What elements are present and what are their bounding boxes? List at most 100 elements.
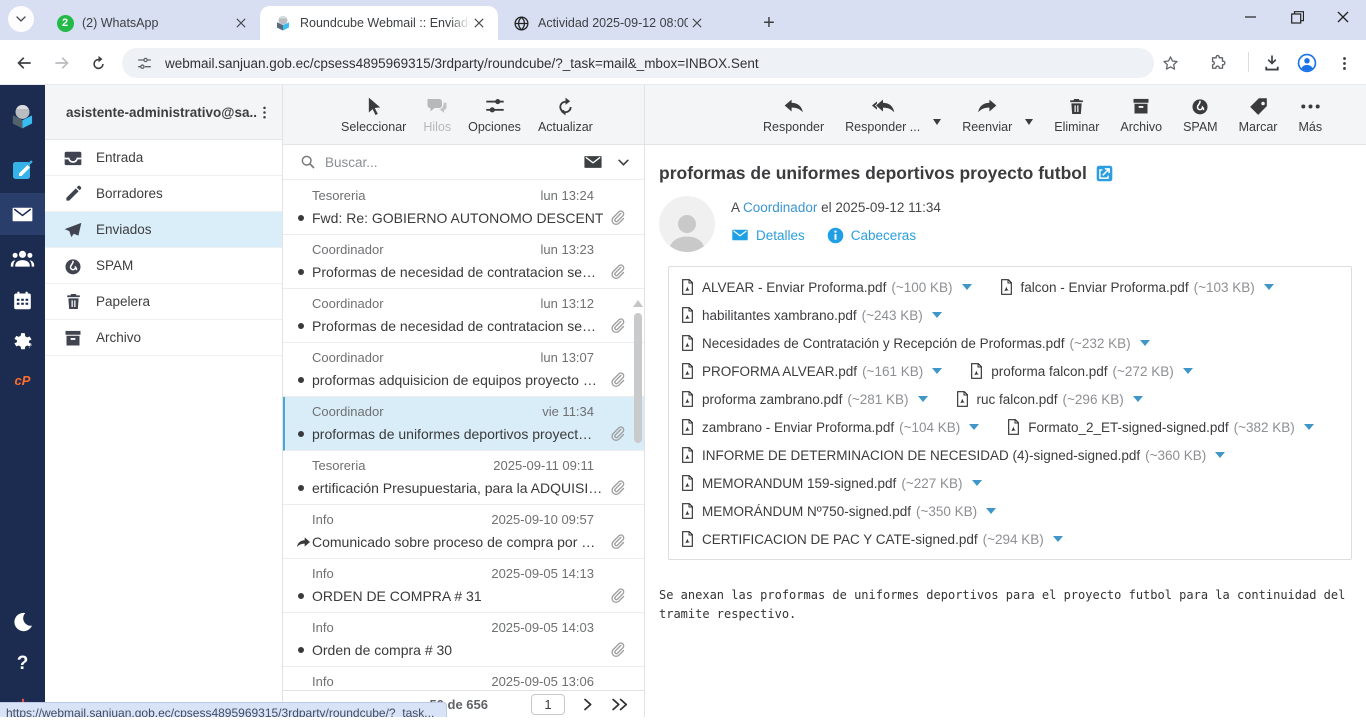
- headers-toggle[interactable]: Cabeceras: [827, 226, 916, 244]
- attachment-name[interactable]: ruc falcon.pdf: [977, 392, 1058, 407]
- folder-item-entrada[interactable]: Entrada: [45, 140, 282, 176]
- message-toolbar-flame-icon[interactable]: SPAM: [1183, 95, 1218, 134]
- dropdown-caret-icon[interactable]: [1025, 119, 1033, 125]
- minimize-button[interactable]: [1228, 0, 1274, 34]
- attachment-name[interactable]: MEMORÁNDUM Nº750-signed.pdf: [702, 504, 911, 519]
- rail-contacts-icon[interactable]: [0, 239, 45, 277]
- last-page-button[interactable]: [610, 697, 630, 712]
- list-toolbar-threads-icon[interactable]: Hilos: [423, 95, 451, 134]
- attachment-name[interactable]: INFORME DE DETERMINACION DE NECESIDAD (4…: [702, 448, 1140, 463]
- attachment-menu-caret-icon[interactable]: [1304, 424, 1314, 430]
- message-toolbar-forward-icon[interactable]: Reenviar: [962, 95, 1012, 134]
- bookmark-star-icon[interactable]: [1156, 49, 1184, 77]
- message-row[interactable]: Coordinador lun 13:23 Proformas de neces…: [283, 235, 644, 289]
- attachment-item[interactable]: MEMORANDUM 159-signed.pdf (~227 KB): [679, 469, 982, 497]
- attachment-name[interactable]: ALVEAR - Enviar Proforma.pdf: [702, 280, 886, 295]
- message-row[interactable]: Tesoreria 2025-09-11 09:11 ertificación …: [283, 451, 644, 505]
- tab-search-button[interactable]: [8, 6, 34, 32]
- attachment-item[interactable]: PROFORMA ALVEAR.pdf (~161 KB): [679, 357, 942, 385]
- browser-tab[interactable]: 2 (2) WhatsApp: [42, 6, 260, 40]
- attachment-name[interactable]: proforma zambrano.pdf: [702, 392, 842, 407]
- restore-button[interactable]: [1274, 0, 1320, 34]
- message-toolbar-archive-icon[interactable]: Archivo: [1120, 95, 1162, 134]
- attachment-menu-caret-icon[interactable]: [986, 508, 996, 514]
- attachment-name[interactable]: MEMORANDUM 159-signed.pdf: [702, 476, 896, 491]
- list-toolbar-options-sliders-icon[interactable]: Opciones: [468, 95, 521, 134]
- browser-tab[interactable]: Actividad 2025-09-12 08:00:00: [498, 6, 716, 40]
- back-button[interactable]: [10, 49, 38, 77]
- attachment-item[interactable]: Formato_2_ET-signed-signed.pdf (~382 KB): [1005, 413, 1314, 441]
- attachment-item[interactable]: CERTIFICACION DE PAC Y CATE-signed.pdf (…: [679, 525, 1063, 553]
- recipient-link[interactable]: Coordinador: [743, 200, 817, 215]
- message-row[interactable]: Tesoreria lun 13:24 Fwd: Re: GOBIERNO AU…: [283, 181, 644, 235]
- attachment-name[interactable]: habilitantes xambrano.pdf: [702, 308, 857, 323]
- details-toggle[interactable]: Detalles: [731, 226, 805, 244]
- attachment-name[interactable]: PROFORMA ALVEAR.pdf: [702, 364, 857, 379]
- attachment-item[interactable]: habilitantes xambrano.pdf (~243 KB): [679, 301, 942, 329]
- folder-item-borradores[interactable]: Borradores: [45, 176, 282, 212]
- tab-close-icon[interactable]: [232, 14, 250, 32]
- message-row[interactable]: Info 2025-09-05 14:03 Orden de compra # …: [283, 613, 644, 667]
- attachment-name[interactable]: Necesidades de Contratación y Recepción …: [702, 336, 1064, 351]
- attachment-menu-caret-icon[interactable]: [932, 368, 942, 374]
- message-toolbar-tag-icon[interactable]: Marcar: [1239, 95, 1278, 134]
- attachment-menu-caret-icon[interactable]: [918, 396, 928, 402]
- page-number-box[interactable]: 1: [531, 694, 565, 715]
- browser-tab[interactable]: Roundcube Webmail :: Enviados: [260, 6, 498, 40]
- attachment-item[interactable]: Necesidades de Contratación y Recepción …: [679, 329, 1150, 357]
- attachment-menu-caret-icon[interactable]: [1215, 452, 1225, 458]
- attachment-item[interactable]: zambrano - Enviar Proforma.pdf (~104 KB): [679, 413, 979, 441]
- open-external-icon[interactable]: [1096, 165, 1113, 182]
- extensions-icon[interactable]: [1204, 49, 1232, 77]
- url-text[interactable]: webmail.sanjuan.gob.ec/cpsess4895969315/…: [165, 56, 759, 71]
- attachment-item[interactable]: ALVEAR - Enviar Proforma.pdf (~100 KB): [679, 273, 972, 301]
- message-toolbar-reply-icon[interactable]: Responder: [763, 95, 824, 134]
- attachment-item[interactable]: proforma zambrano.pdf (~281 KB): [679, 385, 928, 413]
- rail-mail-icon[interactable]: [0, 193, 45, 235]
- attachment-menu-caret-icon[interactable]: [1133, 396, 1143, 402]
- attachment-item[interactable]: MEMORÁNDUM Nº750-signed.pdf (~350 KB): [679, 497, 996, 525]
- address-bar[interactable]: webmail.sanjuan.gob.ec/cpsess4895969315/…: [122, 48, 1154, 78]
- attachment-name[interactable]: falcon - Enviar Proforma.pdf: [1021, 280, 1189, 295]
- attachment-item[interactable]: ruc falcon.pdf (~296 KB): [954, 385, 1143, 413]
- folder-item-enviados[interactable]: Enviados: [45, 212, 282, 248]
- attachment-menu-caret-icon[interactable]: [932, 312, 942, 318]
- message-row[interactable]: Coordinador lun 13:12 Proformas de neces…: [283, 289, 644, 343]
- rail-roundcube-logo[interactable]: [0, 97, 45, 135]
- rail-dark-mode-moon-icon[interactable]: [0, 603, 45, 641]
- attachment-menu-caret-icon[interactable]: [962, 284, 972, 290]
- downloads-icon[interactable]: [1258, 49, 1286, 77]
- message-row[interactable]: Coordinador vie 11:34 proformas de unifo…: [283, 397, 644, 451]
- forward-button[interactable]: [48, 49, 76, 77]
- tab-close-icon[interactable]: [688, 14, 706, 32]
- profile-avatar-icon[interactable]: [1293, 49, 1321, 77]
- message-toolbar-trash-icon[interactable]: Eliminar: [1054, 95, 1099, 134]
- rail-compose-icon[interactable]: [0, 151, 45, 189]
- new-tab-button[interactable]: +: [756, 10, 782, 36]
- list-toolbar-cursor-icon[interactable]: Seleccionar: [341, 95, 406, 134]
- site-settings-icon[interactable]: [136, 55, 153, 72]
- attachment-menu-caret-icon[interactable]: [972, 480, 982, 486]
- list-scrollbar[interactable]: [634, 300, 642, 449]
- folder-item-papelera[interactable]: Papelera: [45, 284, 282, 320]
- search-bar[interactable]: Buscar...: [283, 145, 644, 180]
- message-row[interactable]: Info 2025-09-05 13:06: [283, 667, 644, 690]
- message-toolbar-reply-all-icon[interactable]: Responder ...: [845, 95, 920, 134]
- attachment-name[interactable]: Formato_2_ET-signed-signed.pdf: [1028, 420, 1228, 435]
- message-row[interactable]: Info 2025-09-10 09:57 Comunicado sobre p…: [283, 505, 644, 559]
- next-page-button[interactable]: [580, 697, 595, 712]
- search-scope-mail-icon[interactable]: [583, 152, 603, 172]
- tab-close-icon[interactable]: [470, 14, 488, 32]
- message-row[interactable]: Info 2025-09-05 14:13 ORDEN DE COMPRA # …: [283, 559, 644, 613]
- folder-item-archivo[interactable]: Archivo: [45, 320, 282, 356]
- attachment-menu-caret-icon[interactable]: [1140, 340, 1150, 346]
- account-menu-icon[interactable]: [257, 105, 272, 120]
- attachment-menu-caret-icon[interactable]: [969, 424, 979, 430]
- message-row[interactable]: Coordinador lun 13:07 proformas adquisic…: [283, 343, 644, 397]
- attachment-item[interactable]: proforma falcon.pdf (~272 KB): [968, 357, 1192, 385]
- attachment-menu-caret-icon[interactable]: [1053, 536, 1063, 542]
- message-toolbar-ellipsis-icon[interactable]: Más: [1298, 95, 1322, 134]
- close-window-button[interactable]: [1320, 0, 1366, 34]
- reload-button[interactable]: [84, 49, 112, 77]
- rail-cpanel-icon[interactable]: cP: [0, 361, 45, 399]
